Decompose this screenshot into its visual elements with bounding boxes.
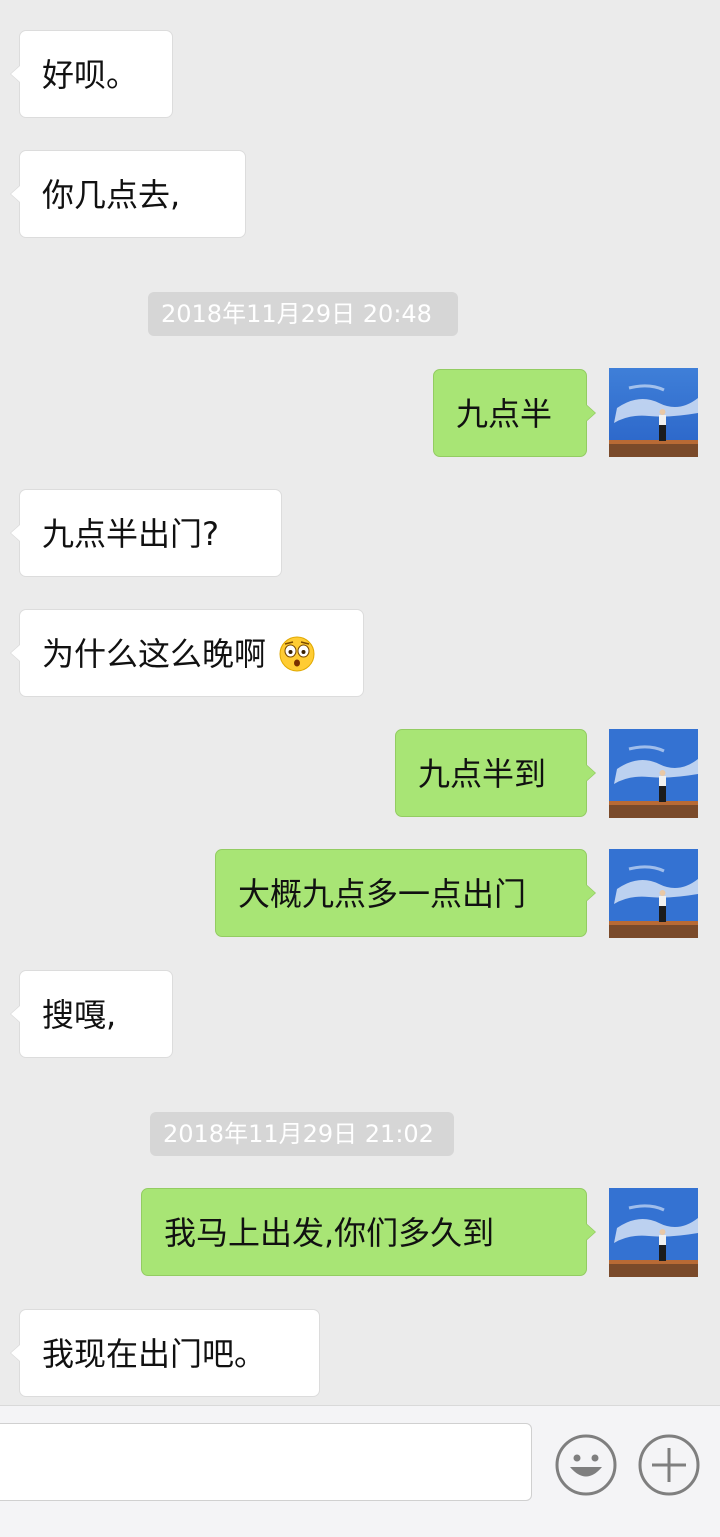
message-text: 好呗。 bbox=[42, 56, 139, 94]
avatar-image bbox=[609, 849, 698, 938]
timestamp-label: 2018年11月29日 21:02 bbox=[150, 1112, 454, 1156]
message-text: 我现在出门吧。 bbox=[42, 1335, 267, 1373]
user-avatar[interactable] bbox=[609, 368, 698, 457]
message-text: 九点半出门? bbox=[42, 515, 219, 553]
incoming-message-bubble[interactable]: 九点半出门? bbox=[10, 489, 282, 577]
incoming-message-bubble[interactable]: 为什么这么晚啊 bbox=[10, 609, 364, 697]
message-text: 你几点去, bbox=[42, 176, 181, 214]
outgoing-message-bubble[interactable]: 大概九点多一点出门 bbox=[215, 849, 596, 937]
plus-circle-icon bbox=[638, 1434, 700, 1496]
user-avatar[interactable] bbox=[609, 729, 698, 818]
emoji-button[interactable] bbox=[555, 1434, 617, 1496]
avatar-image bbox=[609, 729, 698, 818]
message-text: 为什么这么晚啊 bbox=[42, 635, 267, 673]
incoming-message-bubble[interactable]: 好呗。 bbox=[10, 30, 173, 118]
message-text: 我马上出发,你们多久到 bbox=[164, 1214, 495, 1252]
incoming-message-bubble[interactable]: 搜嘎, bbox=[10, 970, 173, 1058]
chat-message-list[interactable]: 好呗。 你几点去, 2018年11月29日 20:48 九点半 九点半出门? 为… bbox=[0, 0, 720, 1405]
avatar-image bbox=[609, 1188, 698, 1277]
outgoing-message-bubble[interactable]: 我马上出发,你们多久到 bbox=[141, 1188, 596, 1276]
timestamp-label: 2018年11月29日 20:48 bbox=[148, 292, 458, 336]
message-text: 九点半到 bbox=[418, 755, 547, 793]
message-text: 搜嘎, bbox=[42, 996, 117, 1034]
timestamp-text: 2018年11月29日 21:02 bbox=[163, 1120, 434, 1148]
outgoing-message-bubble[interactable]: 九点半 bbox=[433, 369, 596, 457]
message-input[interactable] bbox=[0, 1423, 532, 1501]
user-avatar[interactable] bbox=[609, 849, 698, 938]
incoming-message-bubble[interactable]: 你几点去, bbox=[10, 150, 246, 238]
incoming-message-bubble[interactable]: 我现在出门吧。 bbox=[10, 1309, 320, 1397]
message-text: 九点半 bbox=[456, 395, 553, 433]
timestamp-text: 2018年11月29日 20:48 bbox=[161, 300, 432, 328]
avatar-image bbox=[609, 368, 698, 457]
astonished-face-emoji bbox=[279, 636, 315, 672]
smiley-face-icon bbox=[555, 1434, 617, 1496]
more-button[interactable] bbox=[638, 1434, 700, 1496]
user-avatar[interactable] bbox=[609, 1188, 698, 1277]
message-text: 大概九点多一点出门 bbox=[238, 875, 527, 913]
outgoing-message-bubble[interactable]: 九点半到 bbox=[395, 729, 596, 817]
input-bar bbox=[0, 1405, 720, 1537]
